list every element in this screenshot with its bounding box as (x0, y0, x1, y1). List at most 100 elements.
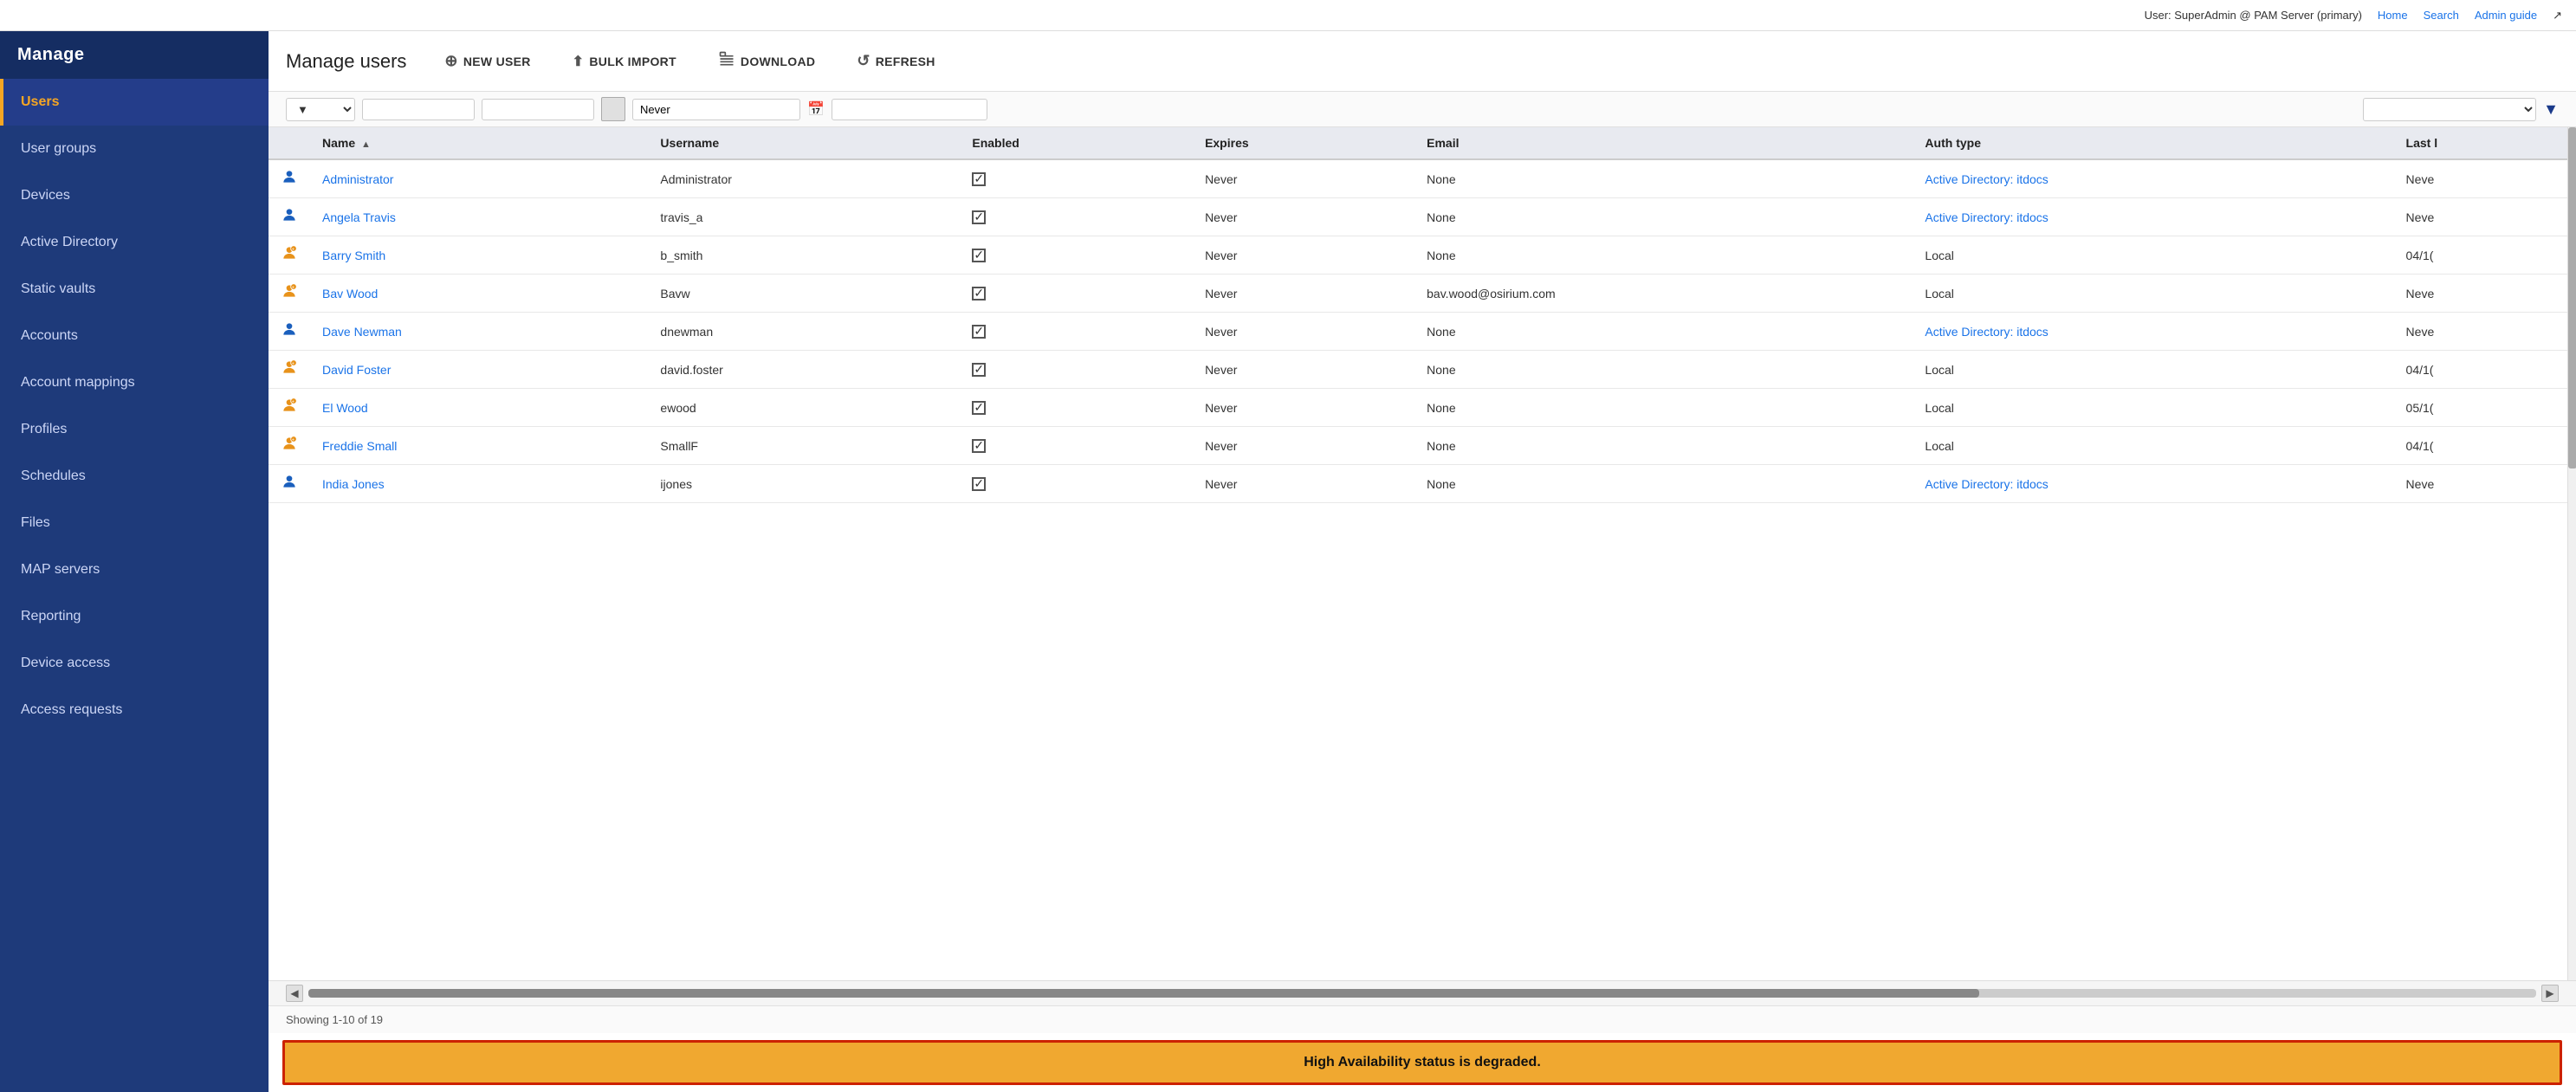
auth-type-link[interactable]: Active Directory: itdocs (1925, 477, 2048, 491)
sidebar-item-files[interactable]: Files (0, 500, 269, 546)
user-name-link[interactable]: Angela Travis (322, 210, 396, 224)
filter-authtype-select[interactable] (2363, 98, 2536, 121)
user-name-cell[interactable]: Dave Newman (310, 313, 648, 351)
enabled-cell (960, 389, 1193, 427)
user-name-link[interactable]: Bav Wood (322, 287, 378, 300)
new-user-button[interactable]: ⊕ NEW USER (432, 45, 542, 77)
user-icon-cell: + (269, 427, 310, 465)
table-row: Dave NewmandnewmanNeverNoneActive Direct… (269, 313, 2576, 351)
sidebar-item-static-vaults[interactable]: Static vaults (0, 266, 269, 313)
email-cell: None (1414, 389, 1913, 427)
filter-funnel-icon[interactable]: ▼ (2543, 100, 2559, 119)
username-cell: SmallF (648, 427, 960, 465)
user-name-link[interactable]: Barry Smith (322, 249, 385, 262)
email-cell: None (1414, 159, 1913, 198)
user-name-cell[interactable]: Barry Smith (310, 236, 648, 275)
vertical-scrollbar-thumb[interactable] (2568, 127, 2576, 468)
home-link[interactable]: Home (2378, 9, 2408, 22)
page-header: Manage users ⊕ NEW USER ⬆ BULK IMPORT DO… (269, 31, 2576, 92)
user-icon-blue (281, 324, 298, 341)
user-name-cell[interactable]: Bav Wood (310, 275, 648, 313)
sidebar-item-device-access[interactable]: Device access (0, 640, 269, 687)
enabled-checkbox (972, 325, 986, 339)
sidebar-item-map-servers[interactable]: MAP servers (0, 546, 269, 593)
user-icon-cell (269, 159, 310, 198)
user-name-link[interactable]: Freddie Small (322, 439, 397, 453)
user-name-link[interactable]: David Foster (322, 363, 391, 377)
user-name-link[interactable]: El Wood (322, 401, 368, 415)
download-button[interactable]: DOWNLOAD (706, 43, 827, 79)
last-login-cell: 04/1( (2394, 351, 2576, 389)
email-cell: None (1414, 427, 1913, 465)
user-name-link[interactable]: Administrator (322, 172, 393, 186)
auth-type-cell[interactable]: Active Directory: itdocs (1913, 313, 2393, 351)
enabled-checkbox (972, 172, 986, 186)
user-name-link[interactable]: India Jones (322, 477, 385, 491)
auth-type-link[interactable]: Active Directory: itdocs (1925, 172, 2048, 186)
user-name-link[interactable]: Dave Newman (322, 325, 402, 339)
sidebar: Manage Users User groups Devices Active … (0, 31, 269, 1092)
filter-name-input[interactable] (362, 99, 475, 120)
user-name-cell[interactable]: India Jones (310, 465, 648, 503)
expires-cell: Never (1193, 159, 1414, 198)
auth-type-cell[interactable]: Active Directory: itdocs (1913, 465, 2393, 503)
sidebar-item-profiles[interactable]: Profiles (0, 406, 269, 453)
auth-type-link[interactable]: Active Directory: itdocs (1925, 325, 2048, 339)
sidebar-item-user-groups[interactable]: User groups (0, 126, 269, 172)
sidebar-item-active-directory[interactable]: Active Directory (0, 219, 269, 266)
filter-expires-input[interactable] (632, 99, 800, 120)
email-cell: bav.wood@osirium.com (1414, 275, 1913, 313)
bulk-import-label: BULK IMPORT (589, 55, 676, 68)
table-row: + Freddie SmallSmallFNeverNoneLocal04/1( (269, 427, 2576, 465)
user-name-cell[interactable]: El Wood (310, 389, 648, 427)
user-icon-orange: + (281, 362, 298, 379)
last-login-cell: Neve (2394, 159, 2576, 198)
user-name-cell[interactable]: Freddie Small (310, 427, 648, 465)
sidebar-item-accounts[interactable]: Accounts (0, 313, 269, 359)
user-icon-orange: + (281, 438, 298, 456)
sidebar-item-reporting[interactable]: Reporting (0, 593, 269, 640)
col-icon (269, 127, 310, 159)
user-name-cell[interactable]: Administrator (310, 159, 648, 198)
sidebar-item-schedules[interactable]: Schedules (0, 453, 269, 500)
filter-dropdown-1[interactable]: ▼ (286, 98, 355, 121)
calendar-icon[interactable]: 📅 (807, 100, 825, 118)
sidebar-item-devices[interactable]: Devices (0, 172, 269, 219)
user-icon-orange: + (281, 400, 298, 417)
horizontal-scrollbar[interactable] (308, 989, 2536, 998)
scroll-left-button[interactable]: ◀ (286, 985, 303, 1002)
sort-arrow-name: ▲ (361, 139, 371, 150)
enabled-cell (960, 198, 1193, 236)
user-icon-cell: + (269, 389, 310, 427)
user-icon-cell (269, 465, 310, 503)
sidebar-item-users[interactable]: Users (0, 79, 269, 126)
filter-enabled-checkbox[interactable] (601, 97, 625, 121)
table-row: Angela Travistravis_aNeverNoneActive Dir… (269, 198, 2576, 236)
vertical-scrollbar[interactable] (2567, 127, 2576, 980)
filter-username-input[interactable] (482, 99, 594, 120)
enabled-checkbox (972, 439, 986, 453)
auth-type-link[interactable]: Active Directory: itdocs (1925, 210, 2048, 224)
auth-type-cell[interactable]: Active Directory: itdocs (1913, 198, 2393, 236)
external-link-icon: ↗ (2553, 9, 2562, 23)
scroll-right-button[interactable]: ▶ (2541, 985, 2559, 1002)
bulk-import-button[interactable]: ⬆ BULK IMPORT (560, 46, 689, 77)
sidebar-item-account-mappings[interactable]: Account mappings (0, 359, 269, 406)
refresh-button[interactable]: ↺ REFRESH (845, 45, 947, 77)
table-row: India JonesijonesNeverNoneActive Directo… (269, 465, 2576, 503)
col-name[interactable]: Name ▲ (310, 127, 648, 159)
user-name-cell[interactable]: David Foster (310, 351, 648, 389)
filter-email-input[interactable] (832, 99, 987, 120)
enabled-cell (960, 351, 1193, 389)
admin-guide-link[interactable]: Admin guide (2475, 9, 2537, 22)
auth-type-cell[interactable]: Active Directory: itdocs (1913, 159, 2393, 198)
users-table: Name ▲ Username Enabled Expires Email Au… (269, 127, 2576, 503)
sidebar-item-access-requests[interactable]: Access requests (0, 687, 269, 733)
user-icon-cell: + (269, 236, 310, 275)
user-icon-cell (269, 198, 310, 236)
search-link[interactable]: Search (2424, 9, 2459, 22)
col-enabled: Enabled (960, 127, 1193, 159)
user-name-cell[interactable]: Angela Travis (310, 198, 648, 236)
last-login-cell: 04/1( (2394, 427, 2576, 465)
auth-type-cell: Local (1913, 351, 2393, 389)
